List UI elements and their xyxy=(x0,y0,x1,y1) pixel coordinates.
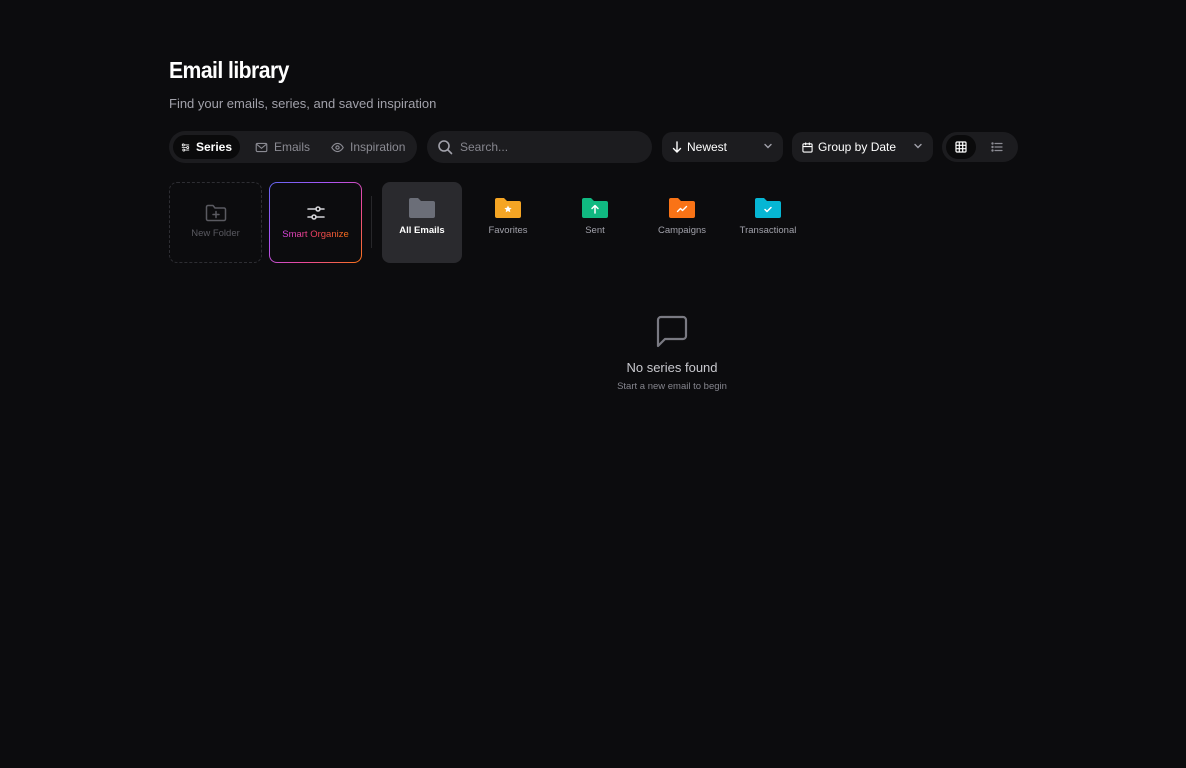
chevron-down-icon xyxy=(914,143,922,149)
page-title: Email library xyxy=(169,57,289,83)
view-toggle xyxy=(942,132,1018,162)
smart-organize-button[interactable]: Smart Organize xyxy=(269,182,362,263)
group-dropdown[interactable]: Group by Date xyxy=(792,132,933,162)
folder-label: Campaigns xyxy=(657,225,707,236)
empty-state-title: No series found xyxy=(626,360,718,375)
search-box xyxy=(427,131,652,163)
divider xyxy=(371,196,372,248)
tab-label: Inspiration xyxy=(350,140,406,154)
grid-view-button[interactable] xyxy=(946,135,976,159)
folder-all-emails[interactable]: All Emails xyxy=(382,182,462,263)
folder-label: Sent xyxy=(585,225,605,236)
series-icon xyxy=(181,143,190,151)
chevron-down-icon xyxy=(764,143,772,149)
tab-inspiration[interactable]: Inspiration xyxy=(323,135,413,159)
email-library-page: Email library Find your emails, series, … xyxy=(169,56,1029,392)
content-type-tabs: Series Emails Inspiration xyxy=(169,131,417,163)
toolbar: Series Emails Inspiration Search... Newe… xyxy=(169,131,1029,163)
list-icon xyxy=(991,142,1003,152)
folder-check-icon xyxy=(755,198,781,218)
folder-plus-icon xyxy=(205,204,226,222)
tab-series[interactable]: Series xyxy=(173,135,240,159)
folder-campaigns[interactable]: Campaigns xyxy=(642,182,722,263)
eye-icon xyxy=(331,142,344,152)
grid-icon xyxy=(955,141,967,153)
group-label: Group by Date xyxy=(818,140,897,154)
folder-label: All Emails xyxy=(399,225,445,236)
arrow-down-icon xyxy=(672,141,682,153)
folder-label: Favorites xyxy=(488,225,528,236)
search-input[interactable] xyxy=(460,140,630,154)
folder-strip: New Folder Smart Organize All Emails Fav… xyxy=(169,182,1029,264)
tab-label: Series xyxy=(195,140,232,154)
new-folder-label: New Folder xyxy=(191,228,240,239)
smart-organize-label: Smart Organize xyxy=(282,229,349,240)
page-subtitle: Find your emails, series, and saved insp… xyxy=(169,96,437,111)
folder-favorites[interactable]: Favorites xyxy=(468,182,548,263)
message-square-icon xyxy=(656,315,688,348)
empty-state: No series found Start a new email to beg… xyxy=(582,315,762,392)
empty-state-hint: Start a new email to begin xyxy=(617,381,727,392)
sort-label: Newest xyxy=(687,140,728,154)
sliders-icon xyxy=(306,206,325,220)
mail-icon xyxy=(255,142,268,152)
folder-star-icon xyxy=(495,198,521,218)
new-folder-button[interactable]: New Folder xyxy=(169,182,262,263)
sort-dropdown[interactable]: Newest xyxy=(662,132,783,162)
list-view-button[interactable] xyxy=(982,135,1012,159)
folder-transactional[interactable]: Transactional xyxy=(728,182,808,263)
folder-sent[interactable]: Sent xyxy=(555,182,635,263)
folder-icon xyxy=(409,198,435,218)
folder-label: Transactional xyxy=(739,225,797,236)
folder-arrow-up-icon xyxy=(582,198,608,218)
tab-emails[interactable]: Emails xyxy=(247,135,318,159)
search-icon xyxy=(438,140,453,155)
calendar-icon xyxy=(802,141,813,153)
tab-label: Emails xyxy=(274,140,311,154)
folder-trend-icon xyxy=(669,198,695,218)
